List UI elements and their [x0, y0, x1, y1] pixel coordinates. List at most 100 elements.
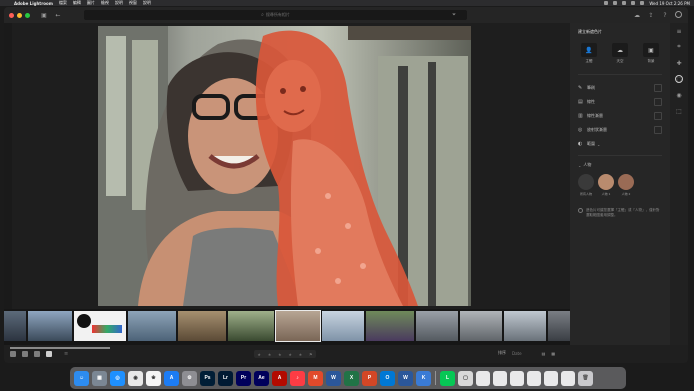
mask-subject-button[interactable]: 👤 主體	[578, 43, 600, 64]
search-input[interactable]: ⌕ 搜尋所有相片	[84, 10, 467, 20]
dock-app-acrobat[interactable]: A	[272, 370, 287, 386]
menu-item[interactable]: 說明	[115, 0, 123, 6]
face-person-1[interactable]: 人物 1	[598, 174, 614, 196]
tool-brush[interactable]: ✎ 筆刷	[578, 81, 662, 95]
filmstrip-thumb[interactable]	[460, 311, 502, 341]
help-icon[interactable]: ?	[661, 11, 669, 19]
sort-value[interactable]: Date	[512, 351, 522, 356]
star-icon[interactable]: ★	[278, 352, 282, 357]
dock-app-music[interactable]: ♪	[290, 370, 305, 386]
healing-icon[interactable]: ✚	[675, 59, 683, 67]
dock-app-powerpoint[interactable]: P	[362, 370, 377, 386]
menu-item[interactable]: 說明	[143, 0, 151, 6]
dock-app-finder[interactable]: ☺	[74, 370, 89, 386]
dock-app-media[interactable]: M	[308, 370, 323, 386]
dock-minimized-window[interactable]	[493, 370, 507, 386]
filmstrip-thumb[interactable]	[322, 311, 364, 341]
info-panel-icon[interactable]: ▤	[542, 351, 546, 356]
masking-icon[interactable]: ◌	[675, 75, 683, 83]
dock-app-outlook[interactable]: O	[380, 370, 395, 386]
menu-item[interactable]: 視窗	[129, 0, 137, 6]
dock-app-safari[interactable]: ◎	[110, 370, 125, 386]
flag-icon[interactable]: ⚑	[309, 352, 313, 357]
menubar-datetime[interactable]: Wed 19 Oct 2:26 PM	[649, 1, 690, 6]
dock-app-chrome[interactable]: ◉	[128, 370, 143, 386]
menu-app-name[interactable]: Adobe Lightroom	[14, 1, 53, 6]
face-all-people[interactable]: 所有人物	[578, 174, 594, 196]
dock-app-word-2[interactable]: W	[398, 370, 413, 386]
dock-app-photoshop[interactable]: Ps	[200, 370, 215, 386]
dock-app-app-store[interactable]: A	[164, 370, 179, 386]
star-icon[interactable]: ★	[288, 352, 292, 357]
close-window-button[interactable]	[9, 12, 14, 18]
filmstrip-thumb[interactable]	[366, 311, 414, 341]
menu-item[interactable]: 檢視	[101, 0, 109, 6]
search-icon[interactable]	[631, 1, 636, 5]
sort-options-icon[interactable]: ≡	[64, 351, 68, 357]
crop-icon[interactable]: ⌗	[675, 43, 683, 51]
dock-app-launchpad[interactable]: ▦	[92, 370, 107, 386]
grid-view-icon[interactable]	[10, 351, 16, 357]
star-icon[interactable]: ★	[268, 352, 272, 357]
dock-app-excel[interactable]: X	[344, 370, 359, 386]
zoom-window-button[interactable]	[25, 12, 30, 18]
dock-app-photos[interactable]: ❀	[146, 370, 161, 386]
chevron-down-icon[interactable]: ⌄	[597, 142, 600, 147]
status-icon[interactable]	[604, 1, 609, 5]
star-icon[interactable]: ★	[257, 352, 261, 357]
menu-item[interactable]: 圖片	[87, 0, 95, 6]
minimize-window-button[interactable]	[17, 12, 22, 18]
filmstrip-thumb[interactable]	[4, 311, 26, 341]
presets-icon[interactable]: ⬚	[675, 107, 683, 115]
tool-linear[interactable]: ▤ 線性	[578, 95, 662, 109]
filmstrip-thumb[interactable]	[228, 311, 274, 341]
dock-app-system-preferences[interactable]: ⚙	[182, 370, 197, 386]
filter-icon[interactable]: ⏷	[452, 12, 456, 18]
dock-minimized-window[interactable]	[510, 370, 524, 386]
sidebar-toggle-icon[interactable]: ▣	[40, 11, 48, 19]
menu-item[interactable]: 編輯	[73, 0, 81, 6]
dock-app-line[interactable]: L	[440, 370, 455, 386]
filmstrip-thumb[interactable]	[416, 311, 458, 341]
filmstrip-thumb[interactable]	[548, 311, 570, 341]
filmstrip-toggle-icon[interactable]	[46, 351, 52, 357]
dock-minimized-window[interactable]	[561, 370, 575, 386]
star-icon[interactable]: ★	[299, 352, 303, 357]
wifi-icon[interactable]	[622, 1, 627, 5]
dock-minimized-window[interactable]	[544, 370, 558, 386]
dock-app-word[interactable]: W	[326, 370, 341, 386]
compare-icon[interactable]: ▦	[551, 351, 555, 356]
dock-minimized-window[interactable]	[476, 370, 490, 386]
menu-item[interactable]: 檔案	[59, 0, 67, 6]
back-arrow-icon[interactable]: ←	[54, 11, 62, 19]
dock-app-premiere-pro[interactable]: Pr	[236, 370, 251, 386]
mask-background-button[interactable]: ▣ 背景	[640, 43, 662, 64]
red-eye-icon[interactable]: ◉	[675, 91, 683, 99]
account-icon[interactable]	[675, 11, 682, 18]
main-photo[interactable]	[98, 26, 471, 306]
filmstrip-thumb[interactable]	[74, 311, 126, 341]
filmstrip-thumb[interactable]	[28, 311, 72, 341]
square-grid-icon[interactable]	[22, 351, 28, 357]
tool-linear-gradient[interactable]: ▥ 線性漸層	[578, 109, 662, 123]
people-section-header[interactable]: ⌄ 人物	[578, 162, 662, 168]
detail-view-icon[interactable]	[34, 351, 40, 357]
share-icon[interactable]: ⇪	[647, 11, 655, 19]
dock-minimized-window[interactable]	[527, 370, 541, 386]
status-icon[interactable]	[613, 1, 618, 5]
dock-app-keynote[interactable]: K	[416, 370, 431, 386]
tool-radial-gradient[interactable]: ◎ 放射狀漸層	[578, 123, 662, 137]
filmstrip-thumb[interactable]	[504, 311, 546, 341]
cloud-sync-icon[interactable]: ☁	[633, 11, 641, 19]
mask-sky-button[interactable]: ☁ 天空	[609, 43, 631, 64]
dock-app-preview[interactable]: ▢	[458, 370, 473, 386]
trash-icon[interactable]: 🗑	[578, 370, 593, 386]
filmstrip-thumb-selected[interactable]	[275, 310, 321, 342]
dock-app-lightroom[interactable]: Lr	[218, 370, 233, 386]
filmstrip-thumb[interactable]	[178, 311, 226, 341]
dock-app-after-effects[interactable]: Ae	[254, 370, 269, 386]
tool-range[interactable]: ◐ 範圍 ⌄	[578, 137, 662, 151]
face-person-2[interactable]: 人物 2	[618, 174, 634, 196]
edit-sliders-icon[interactable]: ≡	[675, 27, 683, 35]
filmstrip-thumb[interactable]	[128, 311, 176, 341]
